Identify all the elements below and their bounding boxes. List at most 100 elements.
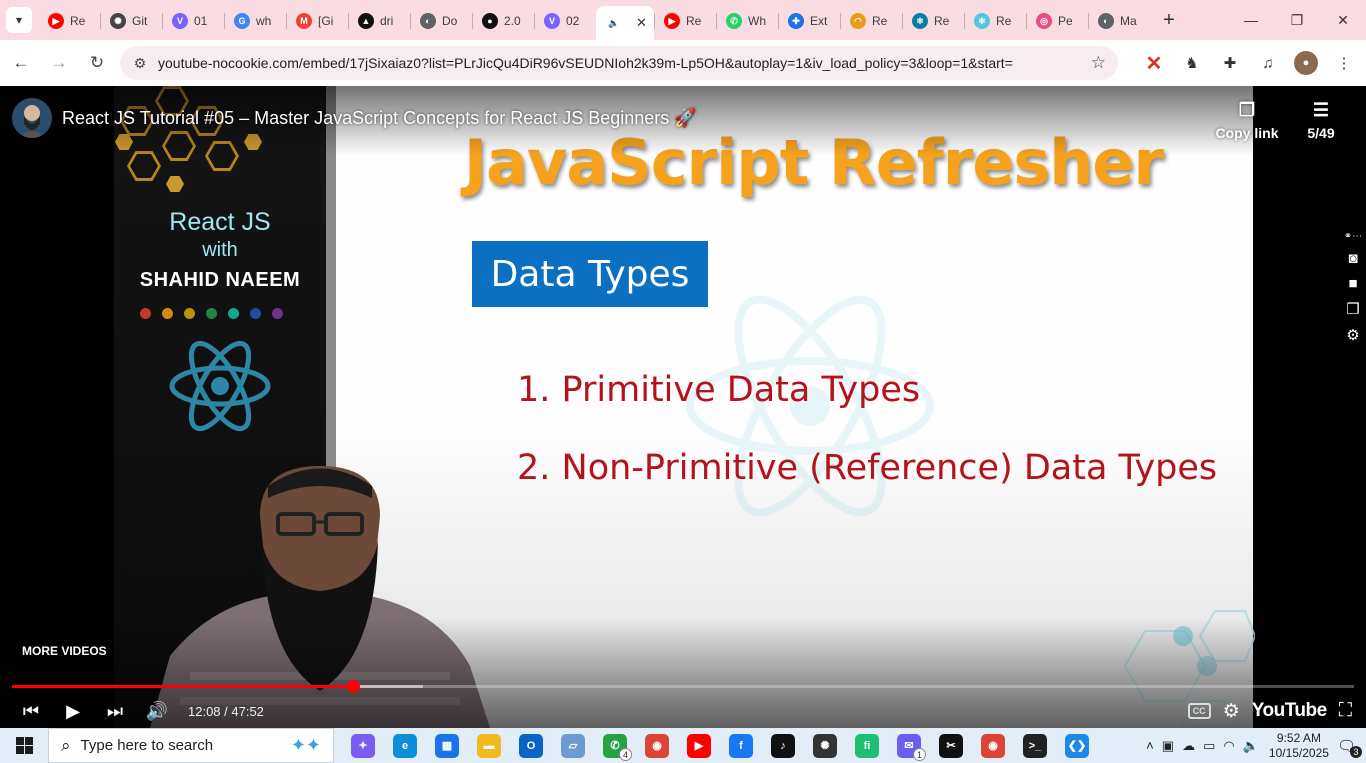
restore-button[interactable]: ❐ xyxy=(1274,0,1320,40)
meet-icon[interactable]: ▣ xyxy=(1162,738,1174,754)
site-info-icon[interactable]: ⚙ xyxy=(124,55,156,72)
taskbar-app-chrome-profile[interactable]: ◉ xyxy=(972,728,1014,763)
taskbar-app-chrome[interactable]: ◉ xyxy=(636,728,678,763)
browser-tab[interactable]: Gwh xyxy=(224,5,286,37)
youtube-logo-button[interactable]: YouTube xyxy=(1252,700,1327,722)
start-button[interactable] xyxy=(0,728,48,763)
camera-icon[interactable]: ◙ xyxy=(1348,250,1357,267)
new-tab-button[interactable]: + xyxy=(1156,7,1182,33)
browser-tab[interactable]: V 01 xyxy=(162,5,224,37)
browser-tab[interactable]: 🔈 ✕ xyxy=(596,6,654,40)
previous-button[interactable]: ⏮ xyxy=(10,694,52,728)
fullscreen-icon[interactable]: ⛶ xyxy=(1339,700,1352,722)
extension-x-icon[interactable]: ✕ xyxy=(1142,51,1166,75)
taskbar-app-file-explorer[interactable]: ▬ xyxy=(468,728,510,763)
browser-tab[interactable]: M [Gi xyxy=(286,5,348,37)
browser-tab[interactable]: ✚ Ext xyxy=(778,5,840,37)
taskbar-app-copilot[interactable]: ✦ xyxy=(342,728,384,763)
taskbar-app-edge[interactable]: e xyxy=(384,728,426,763)
battery-icon[interactable]: ▭ xyxy=(1203,738,1215,754)
taskbar-app-network-share[interactable]: ▱ xyxy=(552,728,594,763)
browser-tab[interactable]: ▶ Re xyxy=(654,5,716,37)
more-tools-icon[interactable]: ⚭⋯ xyxy=(1344,231,1362,242)
playlist-button[interactable]: ☰ 5/49 xyxy=(1296,100,1346,141)
taskbar-app-store[interactable]: ▦ xyxy=(426,728,468,763)
extension-icon[interactable]: ♞ xyxy=(1180,51,1204,75)
profile-avatar[interactable]: ● xyxy=(1294,51,1318,75)
browser-tab[interactable]: ◐ Ma xyxy=(1088,5,1150,37)
tab-label: 02 xyxy=(566,14,580,28)
settings-gear-icon[interactable]: ⚙ xyxy=(1223,700,1240,723)
close-tab-icon[interactable]: ✕ xyxy=(636,15,647,31)
chevron-up-icon[interactable]: ˄ xyxy=(1146,738,1154,753)
wifi-icon[interactable]: ◠ xyxy=(1223,738,1234,754)
taskbar-app-youtube[interactable]: ▶ xyxy=(678,728,720,763)
taskbar-app-facebook[interactable]: f xyxy=(720,728,762,763)
progress-bar[interactable] xyxy=(12,680,1354,693)
menu-kebab-icon[interactable]: ⋮ xyxy=(1332,51,1356,75)
browser-tab[interactable]: ✺ Git xyxy=(100,5,162,37)
picture-in-picture-icon[interactable]: ❐ xyxy=(1346,300,1359,318)
speaker-icon[interactable]: 🔈 xyxy=(1243,738,1259,754)
next-button[interactable]: ⏭ xyxy=(94,694,136,728)
taskbar-app-outlook[interactable]: O xyxy=(510,728,552,763)
video-title[interactable]: React JS Tutorial #05 – Master JavaScrip… xyxy=(62,108,697,129)
taskbar-app-chatgpt[interactable]: ✺ xyxy=(804,728,846,763)
copy-link-label: Copy link xyxy=(1215,125,1279,141)
taskbar-search[interactable]: ⌕ Type here to search ✦✦ xyxy=(48,728,334,763)
extensions-puzzle-icon[interactable]: ✚ xyxy=(1218,51,1242,75)
captions-button[interactable]: CC xyxy=(1187,703,1211,719)
browser-tab[interactable]: ▲ dri xyxy=(348,5,410,37)
tab-search-dropdown-button[interactable]: ▾ xyxy=(6,7,32,33)
player-controls-right: CC ⚙ YouTube ⛶ xyxy=(1187,694,1352,728)
close-window-button[interactable]: ✕ xyxy=(1320,0,1366,40)
taskbar-app-capcut[interactable]: ✂ xyxy=(930,728,972,763)
tab-label: Ma xyxy=(1120,14,1137,28)
tab-label: Git xyxy=(132,14,148,28)
vite-icon: V xyxy=(172,13,188,29)
browser-tab[interactable]: ⚛ Re xyxy=(964,5,1026,37)
volume-icon[interactable]: 🔊 xyxy=(136,694,178,728)
browser-tab[interactable]: ✆ Wh xyxy=(716,5,778,37)
side-tools-panel: ⚭⋯ ◙ ■ ❐ ⚙ xyxy=(1340,231,1366,344)
taskbar-app-messenger[interactable]: ✉ 1 xyxy=(888,728,930,763)
channel-avatar[interactable] xyxy=(12,98,52,138)
browser-tab[interactable]: ◎ Pe xyxy=(1026,5,1088,37)
browser-tab[interactable]: ● 2.0 xyxy=(472,5,534,37)
taskbar-app-fiverr[interactable]: fi xyxy=(846,728,888,763)
copy-link-button[interactable]: ❐ Copy link xyxy=(1212,100,1282,141)
scrubber-handle[interactable] xyxy=(346,680,360,693)
toolbar-right: ✕ ♞ ✚ ♫ ● ⋮ xyxy=(1142,46,1356,80)
gear-icon[interactable]: ⚙ xyxy=(1346,326,1359,344)
color-dot xyxy=(206,308,217,319)
address-bar[interactable]: ⚙ youtube-nocookie.com/embed/17jSixaiaz0… xyxy=(120,46,1118,80)
globe-icon: ◐ xyxy=(1098,13,1114,29)
tab-strip: ▾ ▶ Re ✺ Git V 01 Gwh M [Gi ▲ dri ◐ Do ● 2.0 V 02 🔈 ✕ ▶ Re ✆ W… xyxy=(0,0,1366,40)
taskbar-app-terminal[interactable]: >_ xyxy=(1014,728,1056,763)
url-text[interactable]: youtube-nocookie.com/embed/17jSixaiaz0?l… xyxy=(158,55,1013,71)
video-player[interactable]: React JS with SHAHID NAEEM JavaScript Re… xyxy=(0,86,1366,728)
minimize-button[interactable]: — xyxy=(1228,0,1274,40)
clock[interactable]: 9:52 AM 10/15/2025 xyxy=(1269,731,1329,761)
more-videos-button[interactable]: MORE VIDEOS xyxy=(22,644,107,658)
browser-tab[interactable]: ◠ Re xyxy=(840,5,902,37)
browser-tab[interactable]: ⚛ Re xyxy=(902,5,964,37)
back-button[interactable]: ← xyxy=(4,46,38,80)
cloud-icon[interactable]: ☁ xyxy=(1182,738,1195,754)
taskbar-app-whatsapp[interactable]: ✆ 4 xyxy=(594,728,636,763)
play-button[interactable]: ▶ xyxy=(52,694,94,728)
playlist-position: 5/49 xyxy=(1307,125,1335,141)
store-icon: ▦ xyxy=(435,733,459,758)
taskbar-app-tiktok[interactable]: ♪ xyxy=(762,728,804,763)
media-control-icon[interactable]: ♫ xyxy=(1256,51,1280,75)
reload-button[interactable]: ↻ xyxy=(80,46,114,80)
video-record-icon[interactable]: ■ xyxy=(1348,275,1357,292)
browser-tab[interactable]: V 02 xyxy=(534,5,596,37)
browser-tab[interactable]: ▶ Re xyxy=(38,5,100,37)
forward-button[interactable]: → xyxy=(42,46,76,80)
taskbar-app-vscode[interactable]: ❮❯ xyxy=(1056,728,1098,763)
notification-icon[interactable]: 🗨 3 xyxy=(1337,737,1362,758)
browser-tab[interactable]: ◐ Do xyxy=(410,5,472,37)
bookmark-star-icon[interactable]: ☆ xyxy=(1091,53,1106,73)
tab-label: 01 xyxy=(194,14,208,28)
